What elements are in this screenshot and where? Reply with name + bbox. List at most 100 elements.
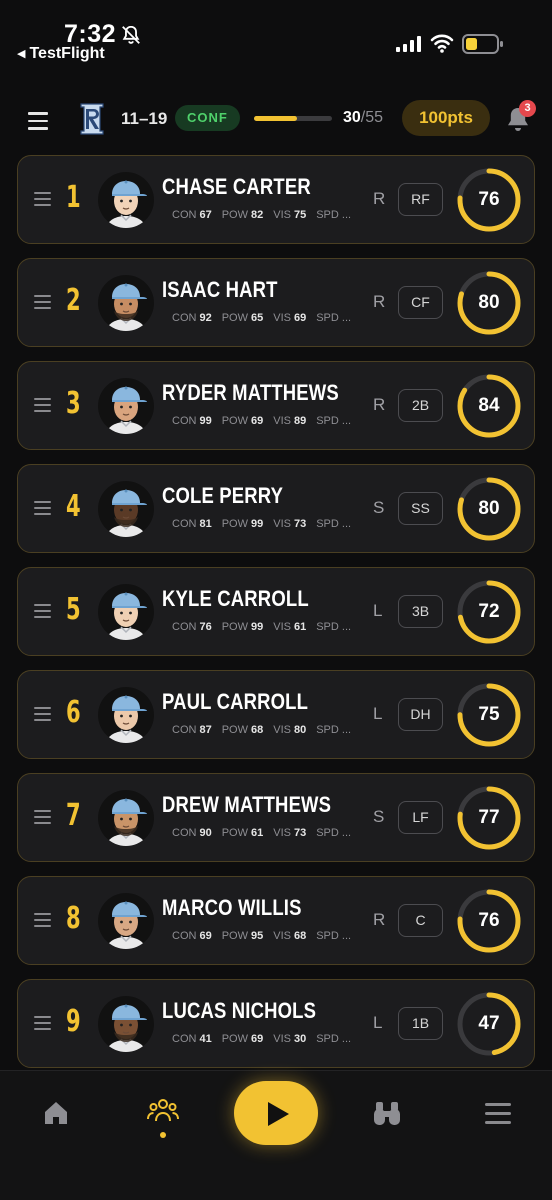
stat-value-vis: 30 (293, 1033, 307, 1045)
stat-label-vis: VIS (273, 518, 291, 530)
position-button[interactable]: CF (398, 286, 443, 319)
batting-order-number: 4 (66, 489, 81, 524)
drag-handle-icon[interactable] (34, 707, 51, 721)
position-button[interactable]: LF (398, 801, 443, 834)
batting-hand: R (373, 910, 386, 929)
bottom-nav (0, 1070, 552, 1200)
stat-label-spd: SPD ... (316, 415, 352, 427)
stat-label-vis: VIS (273, 724, 291, 736)
stat-label-vis: VIS (273, 415, 291, 427)
position-button[interactable]: 1B (398, 1007, 443, 1040)
batting-order-number: 9 (66, 1004, 81, 1039)
stat-label-con: CON (172, 930, 197, 942)
batting-hand: L (373, 1013, 383, 1032)
season-progress-text: 30/55 (343, 109, 384, 126)
play-game-button[interactable] (234, 1081, 318, 1145)
team-icon[interactable] (147, 1097, 179, 1125)
player-name: DREW MATTHEWS (162, 792, 332, 817)
position-button[interactable]: RF (398, 183, 443, 216)
player-row[interactable]: 5 KYLE CARROLL CON 76 POW 99 VIS 61 SPD ... L 3B 72 (17, 567, 535, 656)
player-row[interactable]: 3 RYDER MATTHEWS CON 99 POW 69 VIS 89 SPD ... R 2B… (17, 361, 535, 450)
player-row[interactable]: 2 ISAAC HART CON 92 POW 65 VIS 69 SPD ... R CF 80 (17, 258, 535, 347)
position-button[interactable]: SS (398, 492, 443, 525)
stat-value-pow: 95 (250, 930, 264, 942)
stat-label-con: CON (172, 621, 197, 633)
player-name: RYDER MATTHEWS (162, 380, 339, 405)
stat-label-pow: POW (221, 209, 248, 221)
player-row[interactable]: 4 COLE PERRY CON 81 POW 99 VIS 73 SPD ... S SS 80 (17, 464, 535, 553)
player-stats: CON 69 POW 95 VIS 68 SPD ... (172, 930, 351, 942)
batting-hand: S (373, 807, 385, 826)
stat-value-pow: 69 (250, 415, 264, 427)
player-stats: CON 76 POW 99 VIS 61 SPD ... (172, 621, 351, 633)
drag-handle-icon[interactable] (34, 810, 51, 824)
player-avatar (98, 893, 154, 949)
stat-label-pow: POW (221, 827, 248, 839)
stat-label-pow: POW (221, 518, 248, 530)
player-avatar (98, 275, 154, 331)
position-button[interactable]: C (398, 904, 443, 937)
notification-count-badge: 3 (519, 100, 536, 117)
points-balance-button[interactable]: 100pts (402, 100, 490, 136)
position-button[interactable]: 3B (398, 595, 443, 628)
stat-value-con: 99 (199, 415, 212, 427)
season-progress-fill (254, 116, 297, 121)
stat-value-con: 67 (199, 209, 212, 221)
drag-handle-icon[interactable] (34, 295, 51, 309)
drag-handle-icon[interactable] (34, 1016, 51, 1030)
stat-label-spd: SPD ... (316, 930, 352, 942)
player-name: COLE PERRY (162, 483, 284, 508)
player-stats: CON 87 POW 68 VIS 80 SPD ... (172, 724, 351, 736)
batting-order-number: 2 (66, 283, 81, 318)
stat-label-spd: SPD ... (316, 209, 352, 221)
overall-rating-value: 72 (478, 601, 500, 622)
player-row[interactable]: 1 CHASE CARTER CON 67 POW 82 VIS 75 SPD ... R RF 76 (17, 155, 535, 244)
batting-order-number: 1 (66, 180, 81, 215)
overall-rating-value: 75 (478, 704, 500, 725)
stat-label-spd: SPD ... (316, 518, 352, 530)
batting-order-number: 8 (66, 901, 81, 936)
back-arrow-icon: ◀ (17, 48, 26, 60)
conference-badge[interactable]: CONF (175, 105, 240, 131)
lineup-list: 1 CHASE CARTER CON 67 POW 82 VIS 75 SPD ... R RF 76… (0, 155, 552, 1070)
stat-label-spd: SPD ... (316, 724, 352, 736)
player-row[interactable]: 8 MARCO WILLIS CON 69 POW 95 VIS 68 SPD ... R C 76 (17, 876, 535, 965)
wifi-icon (430, 34, 454, 53)
position-button[interactable]: DH (398, 698, 443, 731)
drag-handle-icon[interactable] (34, 398, 51, 412)
player-row[interactable]: 6 PAUL CARROLL CON 87 POW 68 VIS 80 SPD ... L DH 75 (17, 670, 535, 759)
back-to-testflight[interactable]: ◀ TestFlight (17, 45, 105, 63)
stat-value-pow: 65 (250, 312, 264, 324)
stat-label-pow: POW (221, 312, 248, 324)
home-icon[interactable] (42, 1099, 70, 1127)
drag-handle-icon[interactable] (34, 913, 51, 927)
batting-hand: R (373, 395, 386, 414)
drag-handle-icon[interactable] (34, 604, 51, 618)
stat-label-con: CON (172, 209, 197, 221)
stat-value-con: 92 (199, 312, 212, 324)
stat-value-vis: 68 (293, 930, 307, 942)
position-button[interactable]: 2B (398, 389, 443, 422)
player-avatar (98, 481, 154, 537)
stat-value-vis: 61 (293, 621, 307, 633)
player-avatar (98, 687, 154, 743)
drag-handle-icon[interactable] (34, 501, 51, 515)
team-logo-icon[interactable] (78, 102, 106, 136)
more-menu-icon[interactable] (485, 1103, 511, 1125)
stat-label-con: CON (172, 724, 197, 736)
player-name: LUCAS NICHOLS (162, 998, 317, 1023)
scouting-binoculars-icon[interactable] (372, 1099, 402, 1127)
overall-rating-value: 76 (478, 910, 500, 931)
player-name: KYLE CARROLL (162, 586, 309, 611)
stat-label-pow: POW (221, 415, 248, 427)
stat-value-vis: 73 (293, 518, 307, 530)
drag-handle-icon[interactable] (34, 192, 51, 206)
hamburger-menu-button[interactable] (28, 112, 48, 130)
overall-rating-value: 47 (478, 1013, 500, 1034)
player-name: MARCO WILLIS (162, 895, 302, 920)
active-tab-indicator (160, 1132, 166, 1138)
player-avatar (98, 790, 154, 846)
player-row[interactable]: 7 DREW MATTHEWS CON 90 POW 61 VIS 73 SPD ... S LF 7… (17, 773, 535, 862)
player-row[interactable]: 9 LUCAS NICHOLS CON 41 POW 69 VIS 30 SPD ... L 1B 4… (17, 979, 535, 1068)
stat-value-vis: 73 (293, 827, 307, 839)
